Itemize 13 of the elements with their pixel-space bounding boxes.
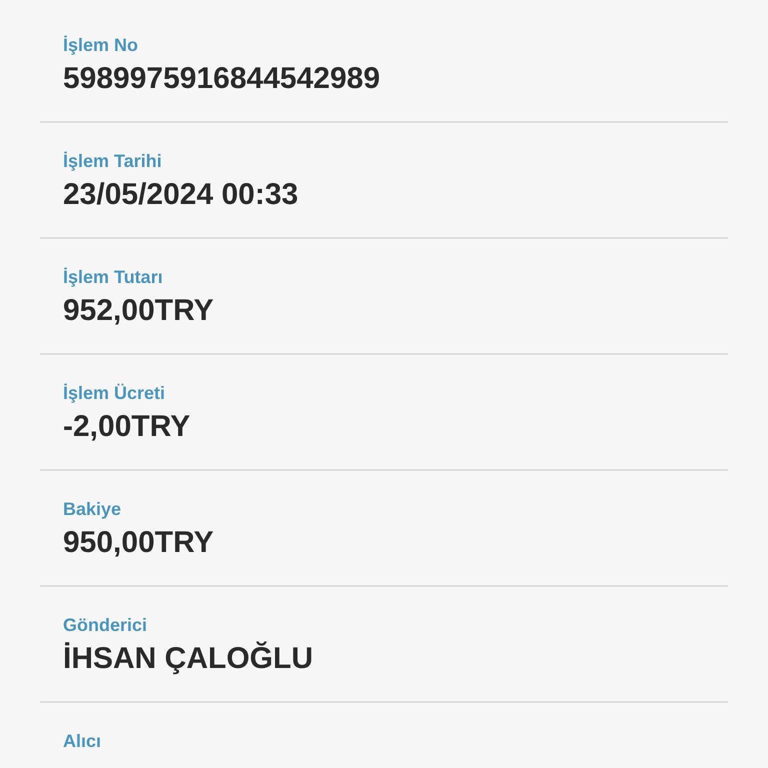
field-label: İşlem Tarihi (63, 150, 162, 173)
field-value: -2,00TRY (63, 409, 190, 445)
field-label: Gönderici (63, 614, 148, 637)
field-label: İşlem Tutarı (63, 266, 163, 289)
field-value: 23/05/2024 00:33 (63, 177, 298, 213)
field-label: İşlem No (63, 34, 138, 57)
field-label: İşlem Ücreti (63, 382, 166, 405)
field-label: Alıcı (63, 730, 102, 753)
field-value: 5989975916844542989 (63, 61, 380, 97)
field-label: Bakiye (63, 498, 122, 521)
field-value: 950,00TRY (63, 525, 214, 561)
field-value: 952,00TRY (63, 293, 214, 329)
field-value: İHSAN ÇALOĞLU (63, 641, 313, 677)
